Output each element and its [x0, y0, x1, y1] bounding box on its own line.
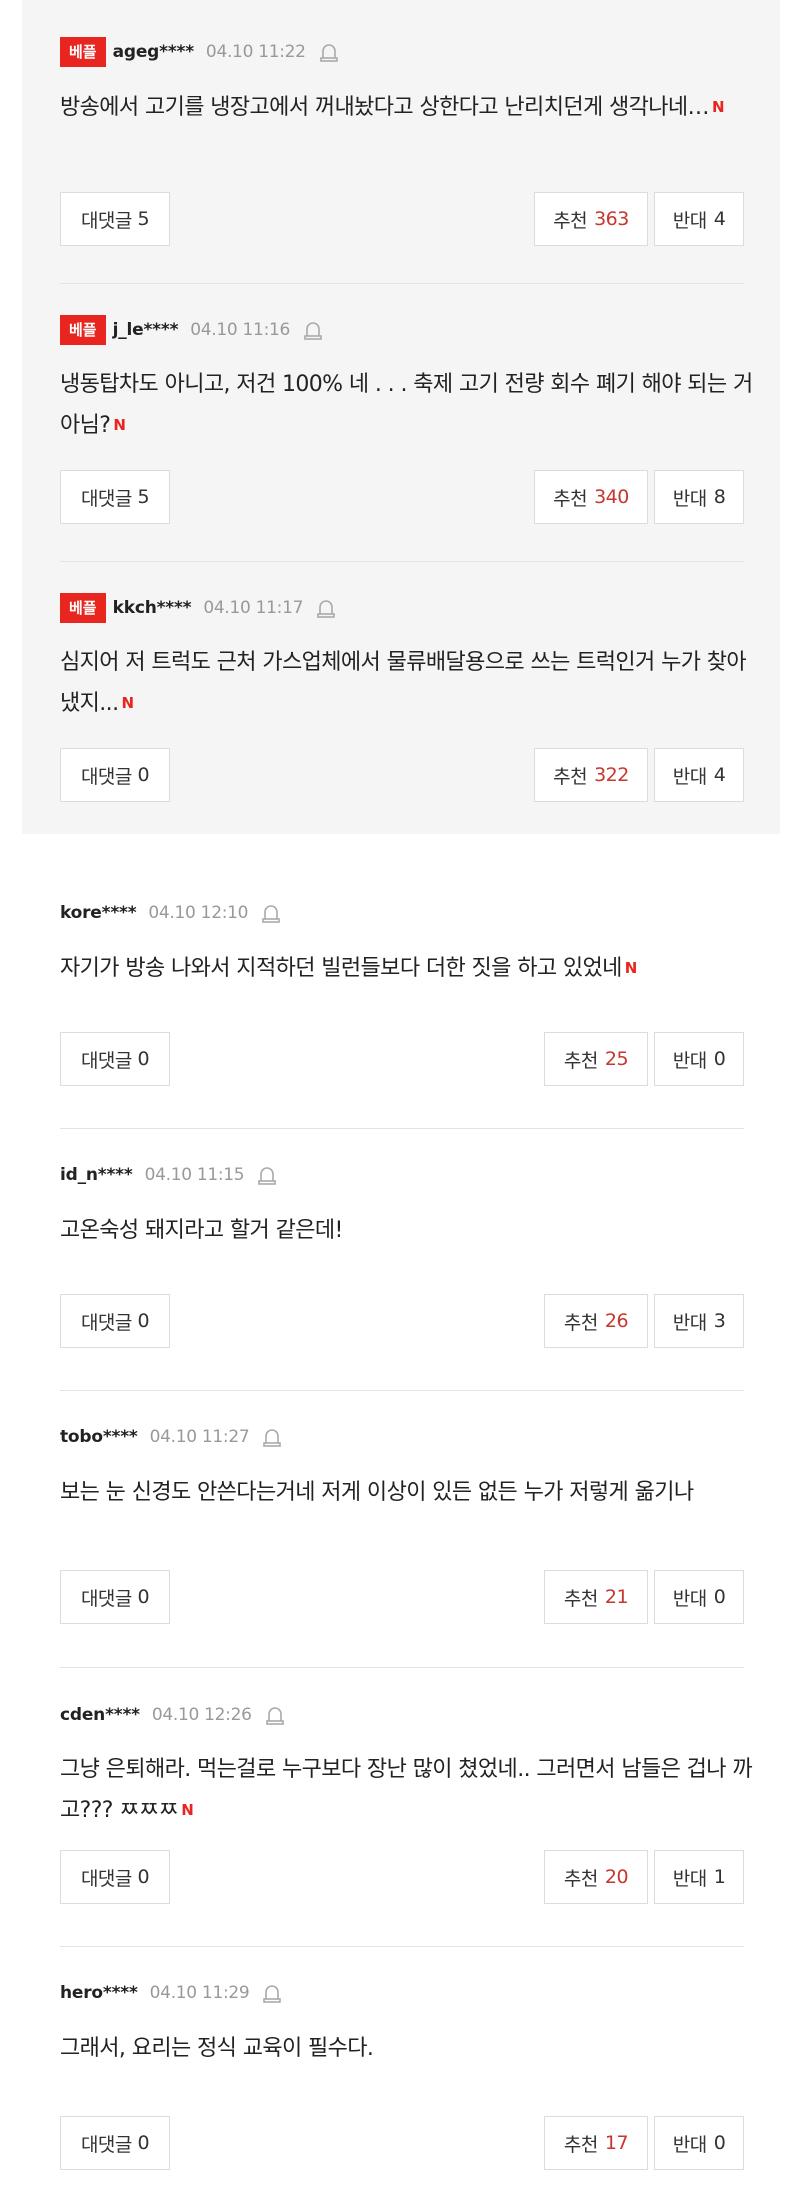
reply-button[interactable]: 대댓글 5 [60, 470, 170, 524]
upvote-button[interactable]: 추천 340 [534, 470, 648, 524]
comment-date: 04.10 12:26 [151, 1705, 252, 1725]
report-siren-icon[interactable] [315, 597, 337, 619]
best-badge: 베플 [60, 37, 106, 67]
reply-button[interactable]: 대댓글 0 [60, 1294, 170, 1348]
comment-author[interactable]: cden**** [60, 1705, 140, 1725]
upvote-button[interactable]: 추천 21 [544, 1570, 648, 1624]
comment-text: 고온숙성 돼지라고 할거 같은데! [60, 1218, 343, 1243]
reply-button[interactable]: 대댓글 0 [60, 1850, 170, 1904]
comment-meta: id_n**** 04.10 11:15 [60, 1160, 278, 1190]
report-siren-icon[interactable] [261, 1982, 283, 2004]
downvote-button[interactable]: 반대 0 [654, 1032, 744, 1086]
comment-author[interactable]: kkch**** [113, 598, 192, 618]
comment-text: 보는 눈 신경도 안쓴다는거네 저게 이상이 있든 없든 누가 저렇게 옮기나 [60, 1480, 694, 1505]
upvote-count: 20 [604, 1866, 629, 1888]
report-siren-icon[interactable] [261, 1426, 283, 1448]
comment-author[interactable]: id_n**** [60, 1165, 133, 1185]
upvote-count: 322 [594, 764, 629, 786]
comment-date: 04.10 11:27 [149, 1427, 250, 1447]
report-siren-icon[interactable] [264, 1704, 286, 1726]
comment-date: 04.10 12:10 [148, 903, 249, 923]
upvote-count: 25 [604, 1048, 629, 1070]
divider [60, 1390, 744, 1391]
downvote-count: 1 [713, 1866, 726, 1888]
best-badge: 베플 [60, 593, 106, 623]
comment-author[interactable]: kore**** [60, 903, 137, 923]
upvote-count: 21 [604, 1586, 629, 1608]
new-mark: N [711, 98, 725, 116]
comment-meta: kore**** 04.10 12:10 [60, 898, 282, 928]
comment-author[interactable]: tobo**** [60, 1427, 138, 1447]
downvote-count: 0 [713, 2132, 726, 2154]
comment-meta: cden**** 04.10 12:26 [60, 1700, 286, 1730]
reply-button[interactable]: 대댓글 0 [60, 1032, 170, 1086]
comment-author[interactable]: j_le**** [113, 320, 179, 340]
downvote-button[interactable]: 반대 3 [654, 1294, 744, 1348]
upvote-count: 26 [604, 1310, 629, 1332]
reply-button[interactable]: 대댓글 0 [60, 1570, 170, 1624]
reply-button[interactable]: 대댓글 0 [60, 748, 170, 802]
downvote-count: 4 [713, 208, 726, 230]
downvote-count: 3 [713, 1310, 726, 1332]
comment-date: 04.10 11:22 [205, 42, 306, 62]
report-siren-icon[interactable] [256, 1164, 278, 1186]
divider [60, 283, 744, 284]
comment-meta: 베플 ageg**** 04.10 11:22 [60, 37, 340, 67]
downvote-count: 4 [713, 764, 726, 786]
comment-text: 심지어 저 트럭도 근처 가스업체에서 물류배달용으로 쓰는 트럭인거 누가 찾… [60, 650, 747, 716]
comment-date: 04.10 11:29 [149, 1983, 250, 2003]
upvote-button[interactable]: 추천 17 [544, 2116, 648, 2170]
upvote-count: 340 [594, 486, 629, 508]
downvote-button[interactable]: 반대 8 [654, 470, 744, 524]
report-siren-icon[interactable] [260, 902, 282, 924]
downvote-count: 8 [713, 486, 726, 508]
upvote-button[interactable]: 추천 363 [534, 192, 648, 246]
downvote-button[interactable]: 반대 4 [654, 748, 744, 802]
upvote-button[interactable]: 추천 20 [544, 1850, 648, 1904]
downvote-button[interactable]: 반대 0 [654, 2116, 744, 2170]
upvote-button[interactable]: 추천 322 [534, 748, 648, 802]
upvote-button[interactable]: 추천 25 [544, 1032, 648, 1086]
comment-meta: 베플 j_le**** 04.10 11:16 [60, 315, 324, 345]
comment-date: 04.10 11:15 [144, 1165, 245, 1185]
reply-button[interactable]: 대댓글 5 [60, 192, 170, 246]
reply-button[interactable]: 대댓글 0 [60, 2116, 170, 2170]
divider [60, 561, 744, 562]
comment-date: 04.10 11:16 [190, 320, 291, 340]
upvote-button[interactable]: 추천 26 [544, 1294, 648, 1348]
comment-meta: tobo**** 04.10 11:27 [60, 1422, 283, 1452]
comment-author[interactable]: ageg**** [113, 42, 195, 62]
downvote-count: 0 [713, 1586, 726, 1608]
report-siren-icon[interactable] [318, 41, 340, 63]
comment-text: 그냥 은퇴해라. 먹는걸로 누구보다 장난 많이 쳤었네.. 그러면서 남들은 … [60, 1757, 753, 1823]
divider [60, 1667, 744, 1668]
downvote-count: 0 [713, 1048, 726, 1070]
comment-text: 냉동탑차도 아니고, 저건 100% 네 . . . 축제 고기 전량 회수 폐… [60, 372, 753, 438]
new-mark: N [121, 694, 134, 712]
comment-text: 방송에서 고기를 냉장고에서 꺼내놨다고 상한다고 난리치던게 생각나네… N [60, 95, 725, 120]
upvote-count: 363 [594, 208, 629, 230]
upvote-count: 17 [604, 2132, 629, 2154]
divider [60, 1128, 744, 1129]
downvote-button[interactable]: 반대 0 [654, 1570, 744, 1624]
comment-text: 그래서, 요리는 정식 교육이 필수다. [60, 2036, 374, 2061]
comment-meta: hero**** 04.10 11:29 [60, 1978, 283, 2008]
downvote-button[interactable]: 반대 4 [654, 192, 744, 246]
new-mark: N [624, 959, 638, 977]
comment-text: 자기가 방송 나와서 지적하던 빌런들보다 더한 짓을 하고 있었네 N [60, 956, 638, 981]
report-siren-icon[interactable] [302, 319, 324, 341]
comment-date: 04.10 11:17 [203, 598, 304, 618]
divider [60, 1946, 744, 1947]
comment-author[interactable]: hero**** [60, 1983, 138, 2003]
new-mark: N [181, 1801, 194, 1819]
new-mark: N [113, 416, 126, 434]
best-badge: 베플 [60, 315, 106, 345]
comment-meta: 베플 kkch**** 04.10 11:17 [60, 593, 337, 623]
downvote-button[interactable]: 반대 1 [654, 1850, 744, 1904]
